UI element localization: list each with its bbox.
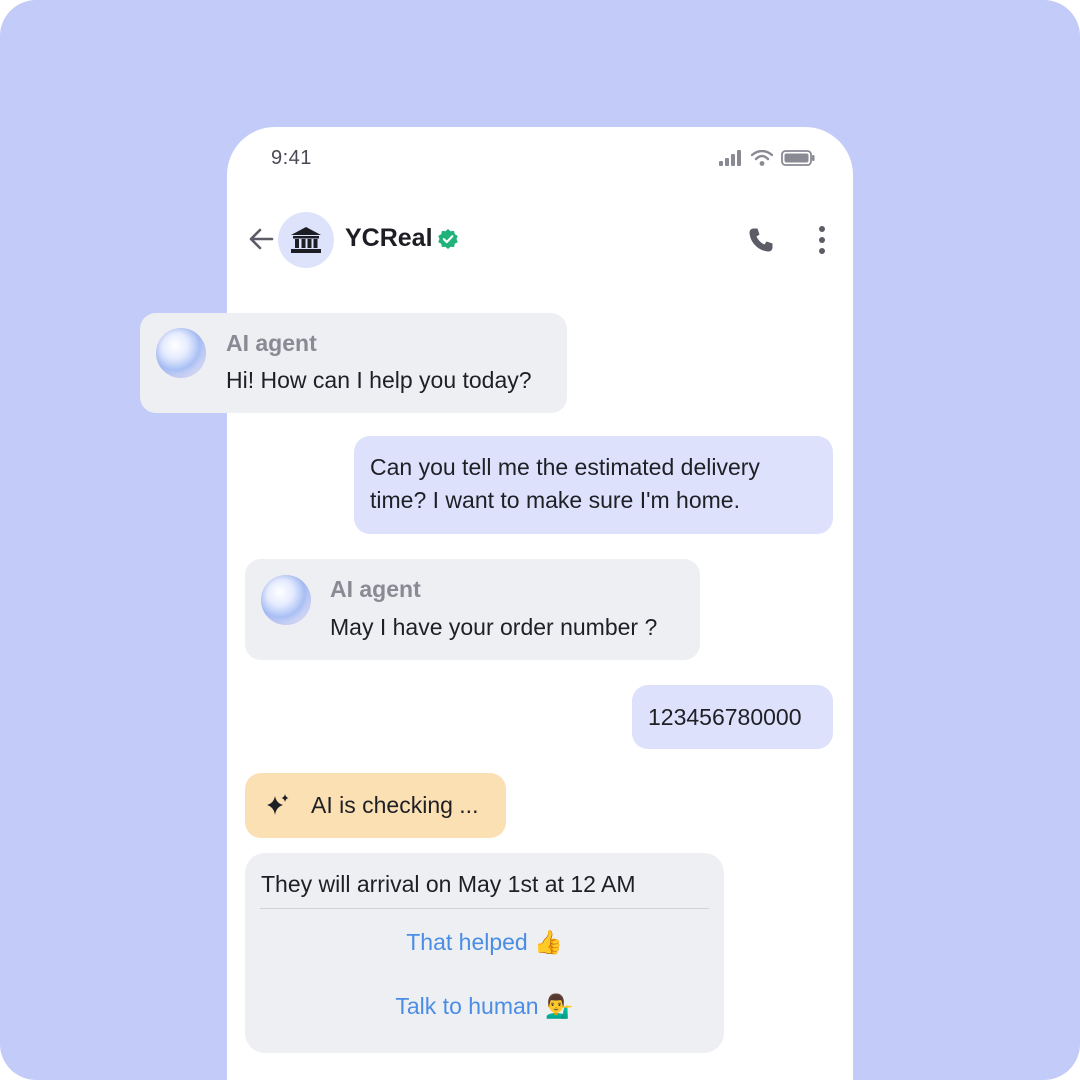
message-text-line-1: Can you tell me the estimated delivery (370, 454, 760, 480)
ai-checking-indicator: AI is checking ... (245, 773, 506, 838)
message-text: May I have your order number ? (330, 614, 658, 640)
ai-agent-avatar (261, 575, 311, 625)
agent-message: AI agent May I have your order number ? (245, 559, 700, 660)
agent-name: AI agent (226, 330, 317, 356)
signal-icon (719, 150, 741, 166)
status-icons (719, 149, 815, 167)
battery-icon (781, 150, 815, 166)
agent-message: AI agent Hi! How can I help you today? (140, 313, 567, 413)
user-message: Can you tell me the estimated delivery t… (354, 436, 833, 534)
status-time: 9:41 (271, 147, 312, 169)
agent-response-card: They will arrival on May 1st at 12 AM Th… (245, 853, 724, 1053)
message-text: They will arrival on May 1st at 12 AM (261, 871, 636, 897)
bank-avatar[interactable] (278, 212, 334, 268)
agent-name: AI agent (330, 576, 421, 602)
ai-agent-avatar (156, 328, 206, 378)
checking-text: AI is checking ... (311, 792, 479, 818)
talk-to-human-button[interactable]: Talk to human 💁‍♂️ (245, 993, 724, 1020)
sparkle-icon (267, 794, 289, 815)
that-helped-button[interactable]: That helped 👍 (245, 929, 724, 956)
back-arrow-icon[interactable] (247, 225, 275, 253)
message-text: Hi! How can I help you today? (226, 367, 532, 393)
divider (260, 908, 709, 909)
chat-title: YCReal (345, 224, 433, 252)
message-text-line-2: time? I want to make sure I'm home. (370, 487, 740, 513)
background-canvas: 9:41 YCReal AI agent Hi! How can I help … (0, 0, 1080, 1080)
bank-icon (291, 227, 321, 253)
verified-icon (438, 229, 458, 249)
message-text: 123456780000 (648, 704, 802, 730)
more-vertical-icon[interactable] (817, 225, 827, 255)
phone-icon[interactable] (747, 226, 775, 254)
user-message: 123456780000 (632, 685, 833, 749)
wifi-icon (751, 150, 773, 166)
